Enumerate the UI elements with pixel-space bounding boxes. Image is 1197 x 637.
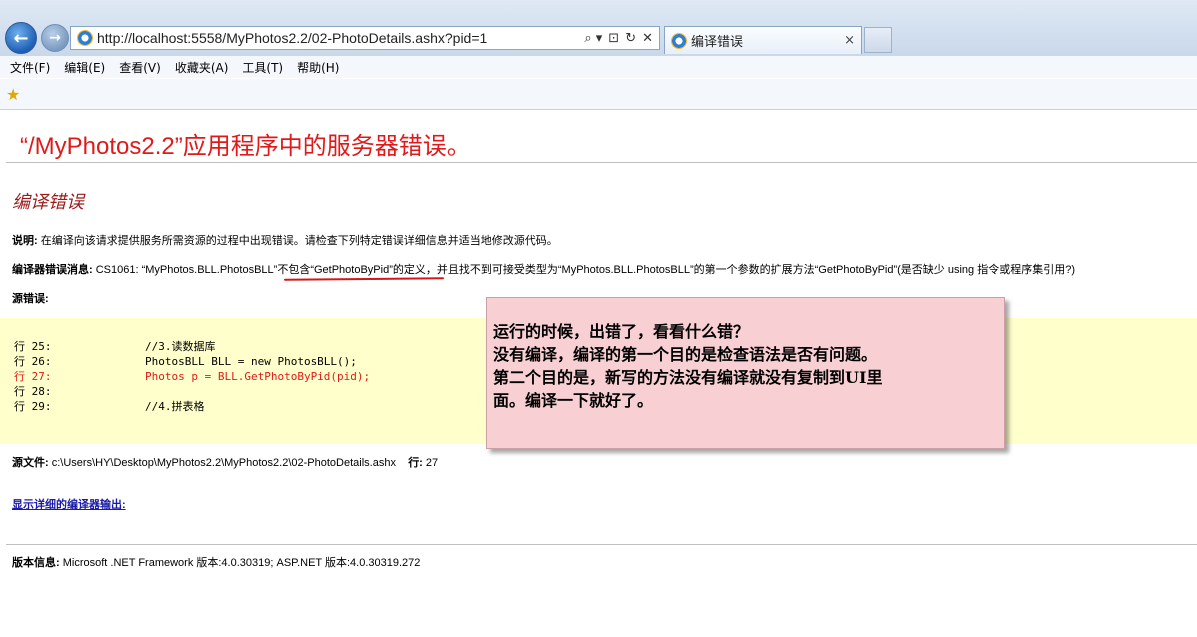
source-file-path: c:\Users\HY\Desktop\MyPhotos2.2\MyPhotos… (48, 457, 396, 469)
description-label: 说明: (12, 235, 38, 247)
line-number: 行 29: (14, 400, 52, 413)
tab-compile-error[interactable]: 编译错误 × (664, 26, 862, 54)
version-text: Microsoft .NET Framework 版本:4.0.30319; A… (59, 557, 421, 569)
back-arrow-icon: ← (13, 27, 29, 49)
note-line: 没有编译，编译的第一个目的是检查语法是否有问题。 (493, 345, 878, 364)
title-divider (6, 162, 1197, 163)
line-number: 行 27: (14, 370, 52, 383)
search-dropdown-icon[interactable]: ⌕ ▾ (584, 31, 602, 46)
line-number: 行 28: (14, 385, 52, 398)
description: 说明: 在编译向该请求提供服务所需资源的过程中出现错误。请检查下列特定错误详细信… (12, 232, 558, 248)
stop-icon[interactable]: ✕ (642, 31, 653, 46)
code-line: 行 29: //4.拼表格 (14, 398, 205, 414)
forward-button[interactable]: → (41, 24, 69, 52)
code-line: 行 28: (14, 383, 145, 399)
compiler-error-text: CS1061: “MyPhotos.BLL.PhotosBLL”不包含“GetP… (92, 264, 1075, 276)
code-text: //4.拼表格 (145, 400, 205, 413)
note-line: 面。编译一下就好了。 (493, 391, 654, 410)
tab-title: 编译错误 (691, 34, 744, 49)
bottom-divider (6, 544, 1197, 545)
close-tab-icon[interactable]: × (844, 33, 861, 48)
menu-file[interactable]: 文件(F) (10, 59, 50, 76)
source-line-value: 27 (422, 457, 439, 469)
menu-view[interactable]: 查看(V) (119, 59, 161, 76)
forward-arrow-icon: → (49, 30, 61, 46)
menu-edit[interactable]: 编辑(E) (64, 59, 105, 76)
section-title: 编译错误 (12, 192, 84, 213)
source-line-label: 行: (408, 457, 423, 469)
source-error-label: 源错误: (12, 290, 49, 306)
ie-page-icon (77, 30, 93, 46)
star-icon[interactable]: ★ (6, 85, 20, 104)
red-annotation-underline (283, 277, 445, 281)
menu-help[interactable]: 帮助(H) (297, 59, 339, 76)
menu-tools[interactable]: 工具(T) (242, 59, 283, 76)
compiler-error-message: 编译器错误消息: CS1061: “MyPhotos.BLL.PhotosBLL… (12, 261, 1075, 277)
show-compiler-output-link[interactable]: 显示详细的编译器输出: (12, 496, 126, 512)
url-text[interactable]: http://localhost:5558/MyPhotos2.2/02-Pho… (97, 30, 584, 46)
favorites-bar: ★ (0, 79, 1197, 110)
code-line: 行 26: PhotosBLL BLL = new PhotosBLL(); (14, 353, 357, 369)
code-text: PhotosBLL BLL = new PhotosBLL(); (145, 355, 357, 368)
version-info: 版本信息: Microsoft .NET Framework 版本:4.0.30… (12, 554, 420, 570)
tab-page-icon (671, 32, 687, 49)
new-tab-button[interactable] (864, 27, 892, 53)
annotation-note: 运行的时候，出错了，看看什么错？ 没有编译，编译的第一个目的是检查语法是否有问题… (486, 297, 1005, 449)
source-error-label-text: 源错误: (12, 293, 49, 305)
menu-bar: 文件(F) 编辑(E) 查看(V) 收藏夹(A) 工具(T) 帮助(H) (0, 56, 1197, 78)
address-bar[interactable]: http://localhost:5558/MyPhotos2.2/02-Pho… (70, 26, 660, 50)
compiler-error-label: 编译器错误消息: (12, 264, 93, 276)
code-line-error: 行 27: Photos p = BLL.GetPhotoByPid(pid); (14, 368, 370, 384)
source-file-label: 源文件: (12, 457, 49, 469)
compatibility-view-icon[interactable]: ⊡ (608, 31, 619, 46)
description-text: 在编译向该请求提供服务所需资源的过程中出现错误。请检查下列特定错误详细信息并适当… (37, 235, 558, 247)
code-text: Photos p = BLL.GetPhotoByPid(pid); (145, 370, 371, 383)
back-button[interactable]: ← (5, 22, 37, 54)
source-file: 源文件: c:\Users\HY\Desktop\MyPhotos2.2\MyP… (12, 454, 438, 470)
browser-toolbar: ← → http://localhost:5558/MyPhotos2.2/02… (0, 0, 1197, 57)
code-line: 行 25: //3.读数据库 (14, 338, 216, 354)
code-text: //3.读数据库 (145, 340, 216, 353)
page-title: “/MyPhotos2.2”应用程序中的服务器错误。 (20, 133, 471, 160)
note-line: 运行的时候，出错了，看看什么错？ (493, 322, 750, 341)
refresh-icon[interactable]: ↻ (625, 31, 636, 46)
menu-favorites[interactable]: 收藏夹(A) (175, 59, 229, 76)
line-number: 行 25: (14, 340, 52, 353)
note-line: 第二个目的是，新写的方法没有编译就没有复制到UI里 (493, 368, 883, 387)
version-label: 版本信息: (12, 557, 60, 569)
line-number: 行 26: (14, 355, 52, 368)
